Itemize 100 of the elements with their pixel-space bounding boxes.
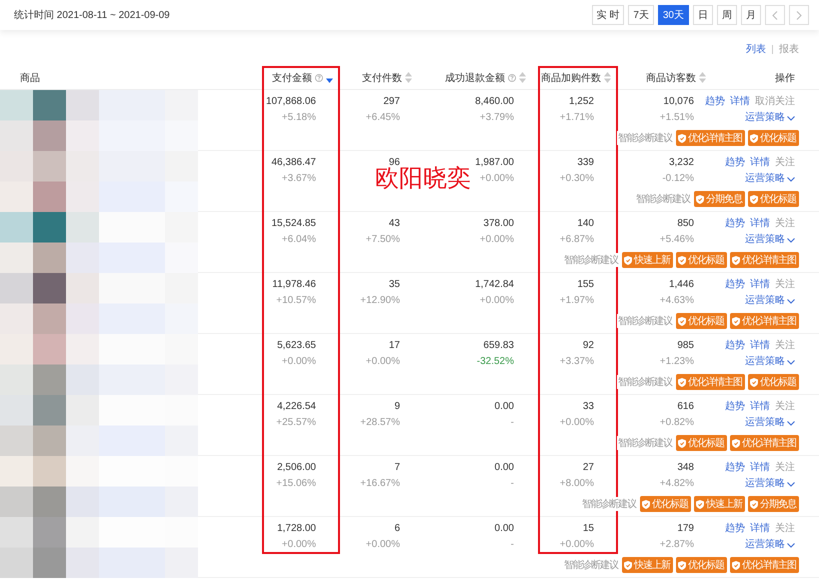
diagnosis-label: 智能诊断建议 [581, 497, 637, 511]
follow-link[interactable]: 关注 [775, 277, 795, 293]
suggestion-button[interactable]: 分期免息 [694, 191, 745, 207]
range-tab[interactable]: 7天 [628, 5, 654, 25]
caret-icon [787, 298, 795, 304]
help-icon[interactable] [508, 74, 516, 82]
follow-link[interactable]: 关注 [775, 216, 795, 232]
suggestion-button[interactable]: 分期免息 [748, 496, 799, 512]
column-header[interactable]: 支付件数 [340, 70, 424, 84]
strategy-dropdown[interactable]: 运营策略 [745, 232, 795, 248]
shield-icon [696, 194, 704, 204]
action-link[interactable]: 趋势 [725, 338, 745, 354]
shield-icon [732, 256, 740, 264]
action-link[interactable]: 趋势 [725, 460, 745, 476]
action-link[interactable]: 趋势 [705, 94, 725, 110]
range-tab[interactable]: 日 [693, 5, 713, 25]
metric-value: 2,506.00 [277, 461, 316, 475]
range-tab[interactable]: 周 [717, 5, 737, 25]
action-link[interactable]: 趋势 [725, 216, 745, 232]
column-header[interactable]: 支付金额 [265, 70, 337, 84]
metric-value: 0.00 [494, 400, 514, 414]
suggestion-button[interactable]: 优化详情主图 [676, 130, 745, 146]
column-header[interactable]: 成功退款金额 [424, 70, 538, 84]
suggestion-button[interactable]: 快速上新 [622, 252, 673, 268]
shield-icon [678, 134, 686, 142]
action-link[interactable]: 趋势 [725, 521, 745, 537]
suggestion-button[interactable]: 优化详情主图 [730, 252, 799, 268]
metric-change: +4.63% [660, 294, 694, 308]
column-header[interactable]: 商品加购件数 [541, 70, 615, 84]
suggestion-button[interactable]: 优化标题 [640, 496, 691, 512]
suggestion-button[interactable]: 优化标题 [748, 130, 799, 146]
range-tab[interactable]: 实 时 [592, 5, 624, 25]
action-link[interactable]: 详情 [750, 338, 770, 354]
column-header[interactable]: 商品 [0, 70, 262, 84]
range-tab[interactable]: 月 [741, 5, 761, 25]
suggestion-button[interactable]: 优化详情主图 [730, 435, 799, 451]
strategy-dropdown[interactable]: 运营策略 [745, 293, 795, 309]
metric-value: 179 [677, 522, 694, 536]
shield-icon [750, 378, 758, 386]
suggestion-button[interactable]: 优化标题 [676, 557, 727, 573]
metric-value: 7 [394, 461, 400, 475]
suggestion-button[interactable]: 优化详情主图 [730, 557, 799, 573]
metric-change: - [510, 538, 514, 552]
metric-value: 297 [383, 95, 400, 109]
action-link[interactable]: 趋势 [725, 277, 745, 293]
range-tab[interactable]: 30天 [658, 5, 689, 25]
follow-link[interactable]: 关注 [775, 338, 795, 354]
action-link[interactable]: 详情 [750, 521, 770, 537]
follow-link[interactable]: 关注 [775, 155, 795, 171]
annotation-text: 欧阳晓奕 [375, 165, 471, 194]
metric-value: 27 [582, 461, 594, 475]
metric-change: +0.82% [660, 416, 694, 430]
suggestion-button[interactable]: 优化标题 [676, 313, 727, 329]
strategy-dropdown[interactable]: 运营策略 [745, 110, 795, 126]
caret-icon [787, 116, 795, 120]
action-link[interactable]: 详情 [750, 460, 770, 476]
suggestion-button[interactable]: 优化详情主图 [730, 313, 799, 329]
action-link[interactable]: 详情 [750, 277, 770, 293]
strategy-dropdown[interactable]: 运营策略 [745, 354, 795, 370]
chevron-left-icon [772, 10, 778, 20]
column-header[interactable]: 商品访客数 [618, 70, 718, 84]
suggestion-button[interactable]: 快速上新 [622, 557, 673, 573]
action-link[interactable]: 详情 [750, 155, 770, 171]
follow-link[interactable]: 关注 [775, 521, 795, 537]
metric-value: 6 [394, 522, 400, 536]
view-tab[interactable]: 报表 [779, 42, 799, 56]
metric-value: 1,446 [668, 278, 694, 292]
action-link[interactable]: 详情 [750, 399, 770, 415]
follow-link[interactable]: 关注 [775, 399, 795, 415]
next-button[interactable] [789, 5, 809, 25]
action-link[interactable]: 详情 [750, 216, 770, 232]
column-header[interactable]: 操作 [718, 70, 819, 84]
shield-icon [696, 500, 704, 508]
suggestion-button[interactable]: 快速上新 [694, 496, 745, 512]
suggestion-button[interactable]: 优化详情主图 [676, 374, 745, 390]
metric-value: 35 [388, 278, 400, 292]
metric-value: 96 [388, 156, 400, 168]
strategy-dropdown[interactable]: 运营策略 [745, 537, 795, 553]
action-link[interactable]: 详情 [730, 94, 750, 110]
strategy-dropdown[interactable]: 运营策略 [745, 476, 795, 492]
metric-change: +0.00% [282, 538, 316, 552]
suggestion-button[interactable]: 优化标题 [748, 374, 799, 390]
shield-icon [750, 500, 758, 508]
metric-value: 348 [677, 461, 694, 475]
previous-button[interactable] [765, 5, 785, 25]
view-tab[interactable]: 列表 [746, 42, 766, 56]
strategy-dropdown[interactable]: 运营策略 [745, 171, 795, 187]
shield-icon [624, 560, 632, 570]
action-link[interactable]: 趋势 [725, 399, 745, 415]
suggestion-button[interactable]: 优化标题 [676, 435, 727, 451]
caret-icon [787, 360, 795, 364]
metric-value: 15 [582, 522, 594, 536]
follow-link[interactable]: 取消关注 [755, 94, 795, 110]
strategy-dropdown[interactable]: 运营策略 [745, 415, 795, 431]
help-icon[interactable] [315, 74, 323, 82]
suggestion-button[interactable]: 优化标题 [676, 252, 727, 268]
shield-icon [678, 316, 686, 326]
follow-link[interactable]: 关注 [775, 460, 795, 476]
suggestion-button[interactable]: 优化标题 [748, 191, 799, 207]
action-link[interactable]: 趋势 [725, 155, 745, 171]
